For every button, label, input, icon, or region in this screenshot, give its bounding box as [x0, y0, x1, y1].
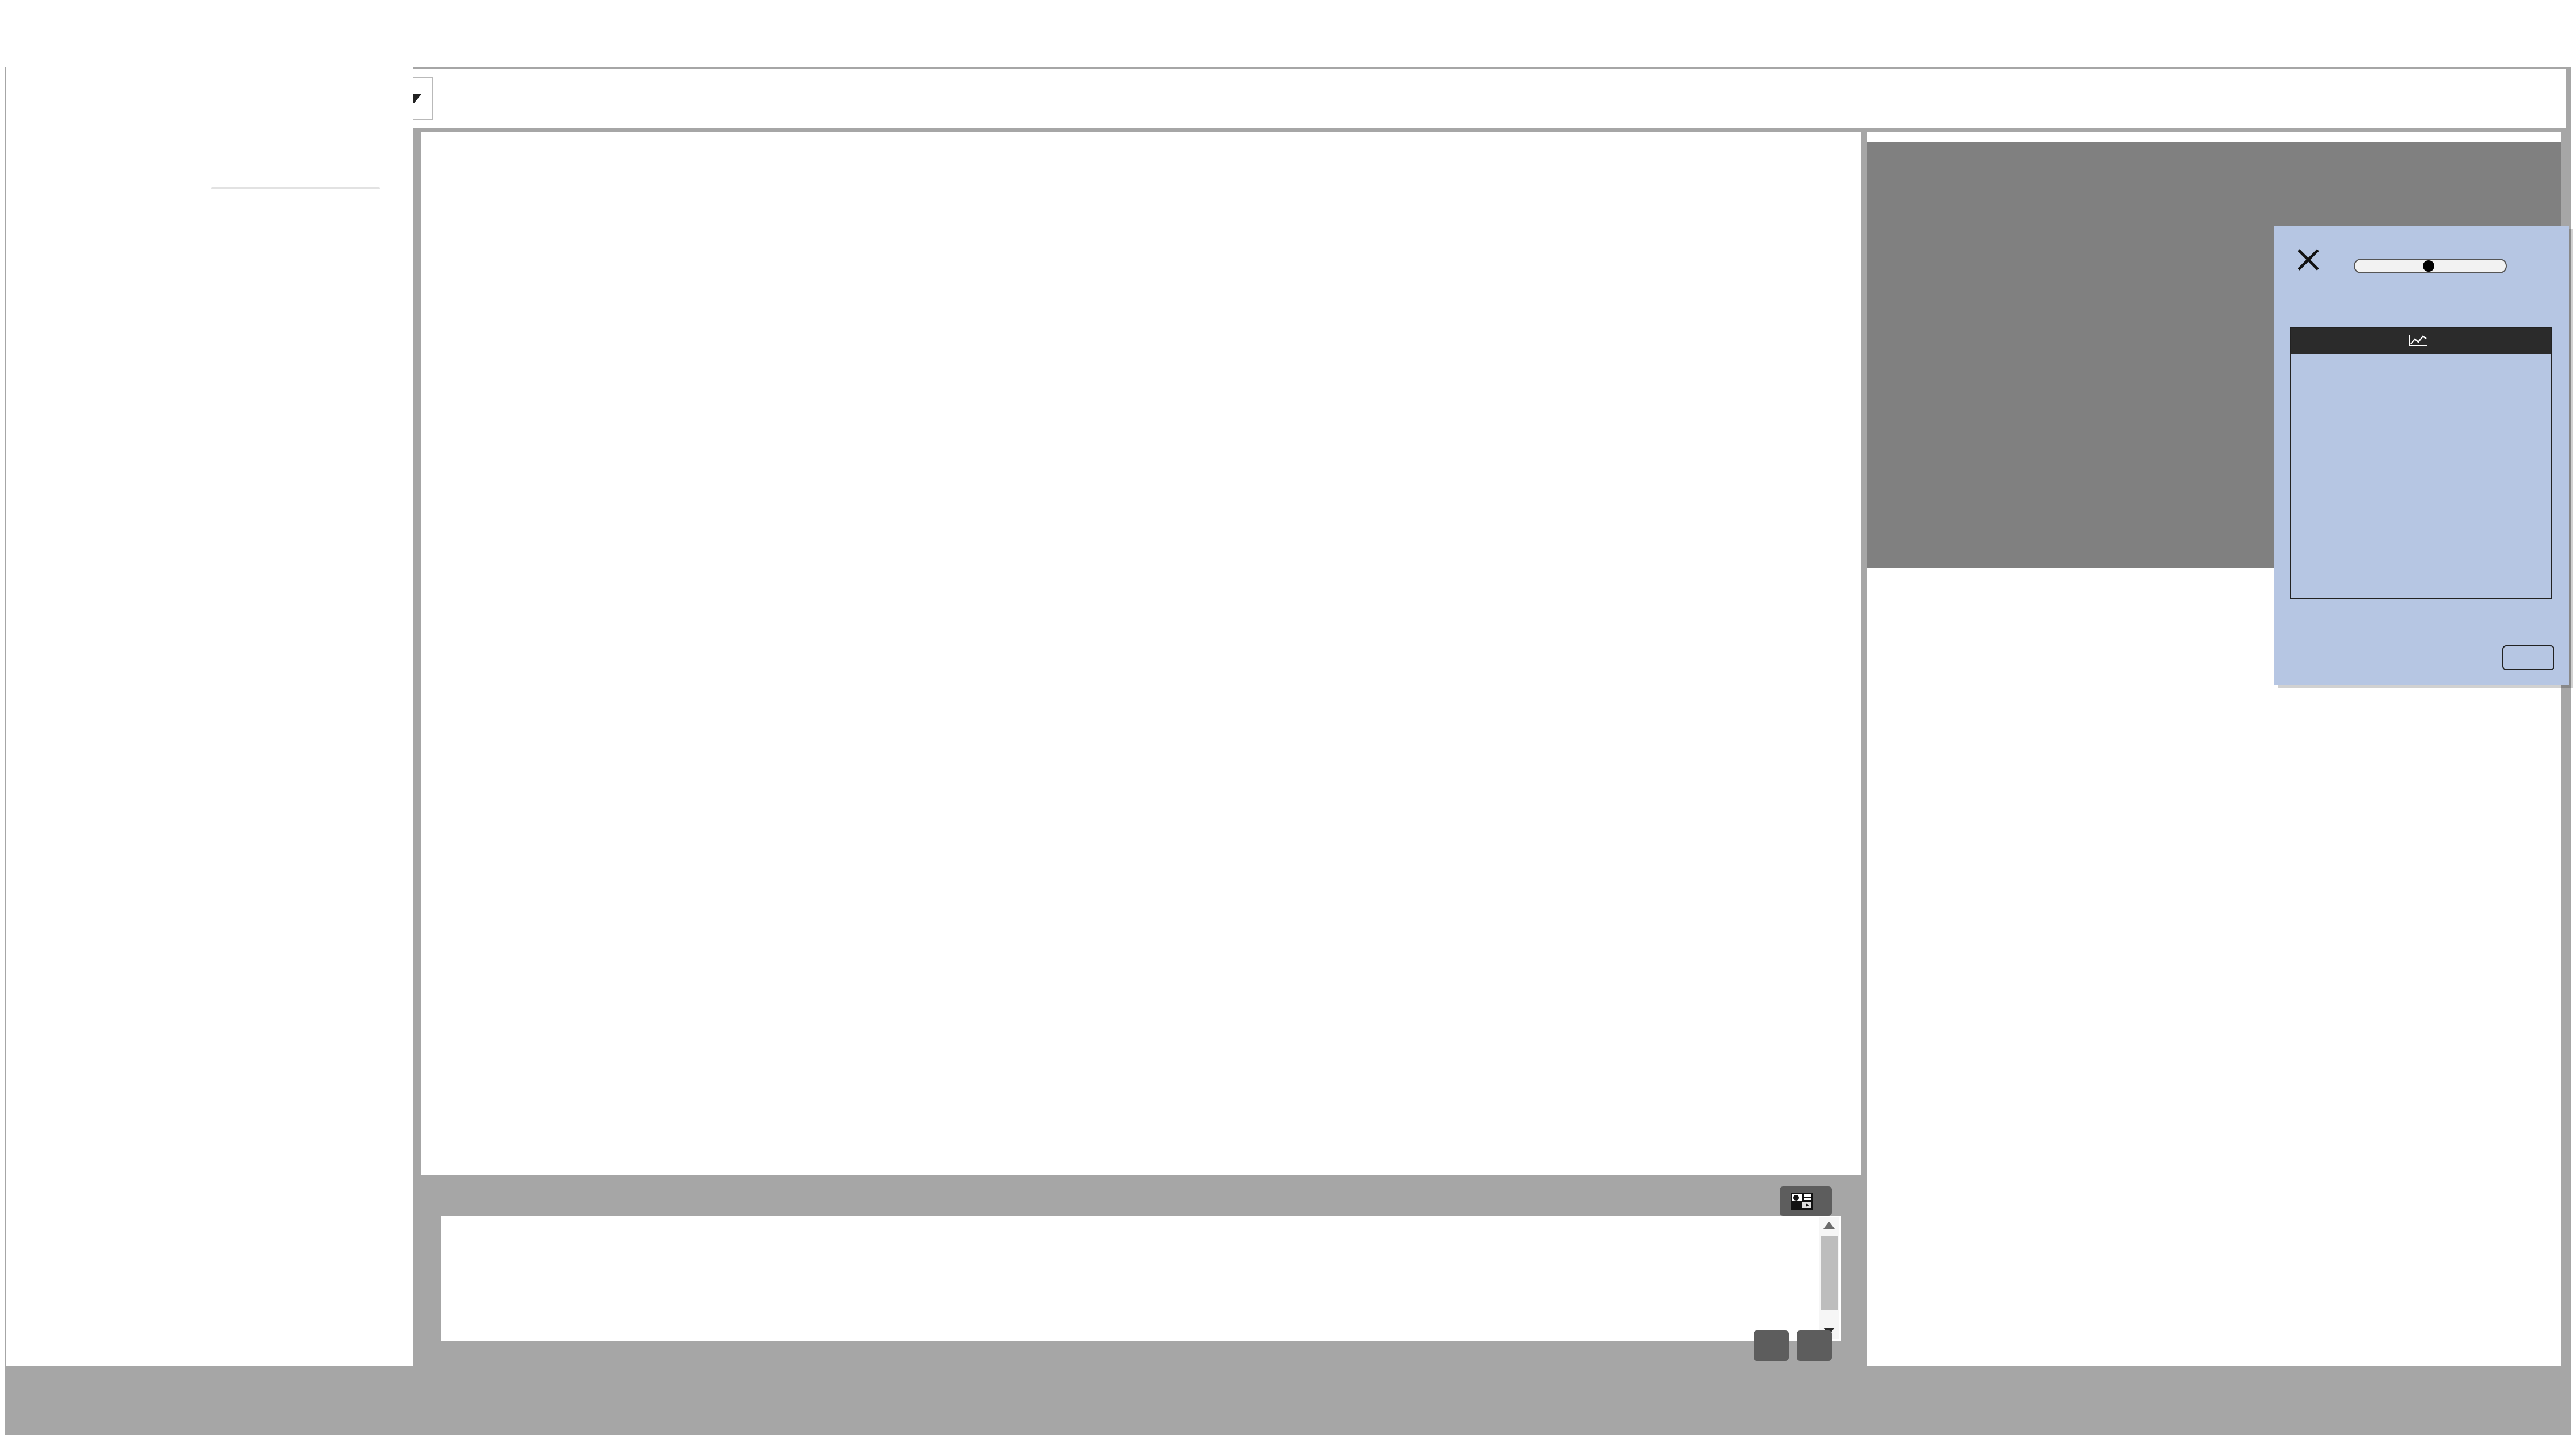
tour-canvas[interactable]: [421, 132, 1861, 1175]
edge-layer: [421, 132, 1861, 1175]
scrollbar-thumb[interactable]: [1821, 1236, 1838, 1310]
component-description-panel: [421, 1178, 1861, 1366]
tooltip-card: [2290, 327, 2552, 599]
user-level-panel: [1867, 1178, 2561, 1366]
next-button[interactable]: [2502, 645, 2554, 670]
tooltip-tab-general[interactable]: [2291, 328, 2551, 354]
user-level-title: [1867, 1178, 2561, 1188]
panel-title: [6, 67, 413, 85]
description-header: [421, 1178, 1861, 1189]
component-sublist: [211, 187, 380, 189]
close-icon[interactable]: [2296, 247, 2321, 272]
description-body[interactable]: [441, 1216, 1841, 1341]
tooltip-lines: [2291, 354, 2551, 362]
visuals-panel: [6, 67, 413, 1366]
slider-knob[interactable]: [2423, 260, 2434, 272]
media-icon: [1791, 1193, 1813, 1210]
tour-tooltip[interactable]: [2274, 226, 2569, 685]
detail-level-slider[interactable]: [2354, 259, 2507, 273]
scroll-up-arrow-icon[interactable]: [1823, 1222, 1835, 1229]
description-lines: [441, 1216, 1841, 1226]
undo-button[interactable]: [1754, 1330, 1789, 1361]
confirm-button[interactable]: [1797, 1330, 1832, 1361]
add-media-button[interactable]: [1780, 1186, 1832, 1216]
line-chart-icon: [2409, 335, 2427, 346]
user-level-subtitle: [1867, 1188, 2561, 1193]
description-scrollbar[interactable]: [1819, 1217, 1839, 1339]
